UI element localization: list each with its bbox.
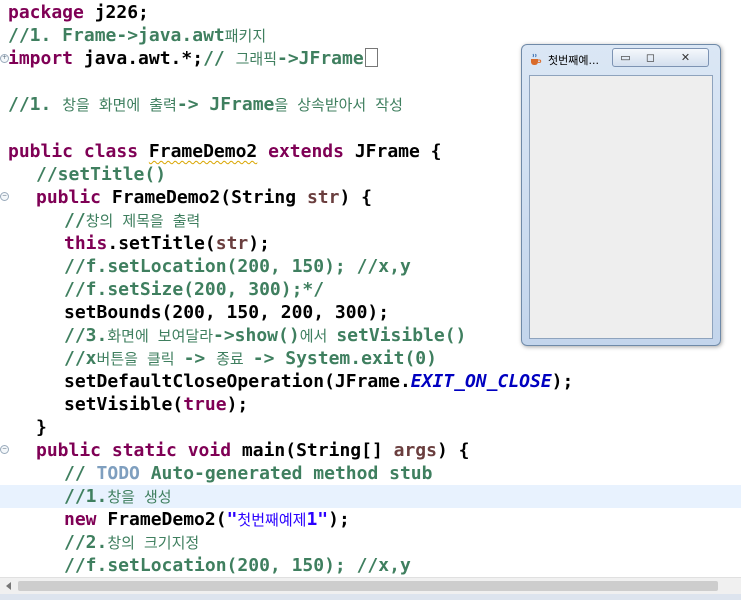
- close-button[interactable]: ✕: [663, 48, 709, 67]
- code-text: setBounds(200, 150, 200, 300);: [64, 302, 390, 323]
- keyword: package: [8, 2, 95, 23]
- comment-korean: 창의 제목을 출력: [85, 212, 201, 230]
- comment: //2.: [64, 532, 108, 553]
- parameter: str: [215, 233, 249, 254]
- comment: //: [203, 48, 236, 69]
- window-title: 첫번째예...: [548, 54, 599, 67]
- code-text: );: [551, 371, 574, 392]
- comment: setVisible(): [336, 325, 467, 346]
- comment-korean: 그래픽: [235, 50, 277, 68]
- comment: //x: [64, 348, 97, 369]
- scrollbar-thumb[interactable]: [18, 581, 718, 591]
- comment-korean: 패키지: [224, 27, 267, 45]
- keyword: this: [64, 233, 108, 254]
- parameter: args: [393, 440, 437, 461]
- minimize-button[interactable]: ▭: [612, 48, 639, 67]
- comment-korean: 종료: [216, 350, 253, 368]
- comment: Auto-generated method stub: [139, 463, 433, 484]
- comment: //f.setLocation(200, 150); //x,y: [64, 256, 411, 277]
- comment-korean: 창을 화면에 출력: [62, 96, 177, 114]
- maximize-button[interactable]: ◻: [638, 48, 664, 67]
- keyword: extends: [257, 141, 355, 162]
- comment: ->JFrame: [277, 48, 364, 69]
- window-content-area[interactable]: [529, 75, 713, 339]
- code-text: FrameDemo2(: [107, 509, 227, 530]
- code-line[interactable]: new FrameDemo2("첫번째예제1");: [0, 508, 741, 531]
- code-line[interactable]: package j226;: [0, 1, 741, 24]
- code-text: );: [328, 509, 350, 530]
- code-line[interactable]: setDefaultCloseOperation(JFrame.EXIT_ON_…: [0, 370, 741, 393]
- string-literal: ": [226, 509, 238, 530]
- comment-korean: 을 상속받아서 작성: [274, 96, 403, 114]
- comment: -> System.exit(0): [252, 348, 437, 369]
- todo-tag: TODO: [96, 463, 140, 484]
- static-field: EXIT_ON_CLOSE: [410, 371, 552, 392]
- code-line[interactable]: // TODO Auto-generated method stub: [0, 462, 741, 485]
- code-text: JFrame {: [354, 141, 442, 162]
- comment: //: [64, 210, 86, 231]
- keyword: public: [36, 187, 112, 208]
- code-text: j226;: [94, 2, 149, 23]
- comment: //3.: [64, 325, 108, 346]
- comment-korean: 버튼을 클릭: [96, 350, 184, 368]
- keyword: new: [64, 509, 108, 530]
- status-strip: [0, 594, 741, 600]
- window-titlebar[interactable]: 첫번째예... ▭ ◻ ✕: [522, 45, 720, 72]
- keyword: true: [183, 394, 227, 415]
- comment: //1. Frame->java.awt: [8, 25, 225, 46]
- comment-korean: 화면에 보여달라: [107, 327, 213, 345]
- comment-korean: 에서: [299, 327, 337, 345]
- keyword: public static void: [36, 440, 242, 461]
- jframe-window[interactable]: 첫번째예... ▭ ◻ ✕: [521, 44, 721, 346]
- code-line[interactable]: //x버튼을 클릭 -> 종료 -> System.exit(0): [0, 347, 741, 370]
- comment: -> JFrame: [176, 94, 275, 115]
- code-text: setDefaultCloseOperation(JFrame.: [64, 371, 411, 392]
- code-text: }: [36, 417, 47, 438]
- string-literal: 1": [306, 509, 329, 530]
- code-text: );: [248, 233, 270, 254]
- comment: ->show(): [213, 325, 300, 346]
- maximize-icon: ◻: [645, 51, 656, 64]
- code-text: java.awt.*;: [83, 48, 204, 69]
- comment: //: [64, 463, 97, 484]
- code-line[interactable]: setVisible(true);: [0, 393, 741, 416]
- code-text: );: [226, 394, 249, 415]
- code-text: .setTitle(: [107, 233, 216, 254]
- comment: //f.setSize(200, 300);*/: [64, 279, 325, 300]
- code-line[interactable]: − public static void main(String[] args) …: [0, 439, 741, 462]
- close-icon: ✕: [680, 51, 691, 64]
- comment: //setTitle(): [36, 164, 167, 185]
- parameter: str: [306, 187, 340, 208]
- comment: //1.: [64, 486, 108, 507]
- comment: //1.: [8, 94, 63, 115]
- keyword: import: [8, 48, 84, 69]
- scroll-left-arrow-icon[interactable]: [6, 582, 11, 590]
- current-code-line[interactable]: //1.창을 생성: [0, 485, 741, 508]
- code-line[interactable]: //f.setLocation(200, 150); //x,y: [0, 554, 741, 577]
- class-name: FrameDemo2: [148, 141, 258, 162]
- code-text: ) {: [436, 440, 470, 461]
- string-literal-korean: 첫번째예제: [237, 511, 307, 529]
- code-text: main(String[]: [241, 440, 394, 461]
- text-cursor-box: [364, 48, 378, 67]
- comment: //f.setLocation(200, 150); //x,y: [64, 555, 411, 576]
- code-line[interactable]: }: [0, 416, 741, 439]
- minimize-icon: ▭: [620, 51, 631, 64]
- comment-korean: 창을 생성: [107, 488, 172, 506]
- code-text: FrameDemo2(String: [111, 187, 307, 208]
- code-line[interactable]: //2.창의 크기지정: [0, 531, 741, 554]
- comment: ->: [183, 348, 217, 369]
- java-cup-icon: [531, 53, 542, 65]
- horizontal-scrollbar[interactable]: [0, 577, 741, 594]
- code-text: setVisible(: [64, 394, 184, 415]
- keyword: public class: [8, 141, 149, 162]
- comment-korean: 창의 크기지정: [107, 534, 200, 552]
- code-text: ) {: [339, 187, 372, 208]
